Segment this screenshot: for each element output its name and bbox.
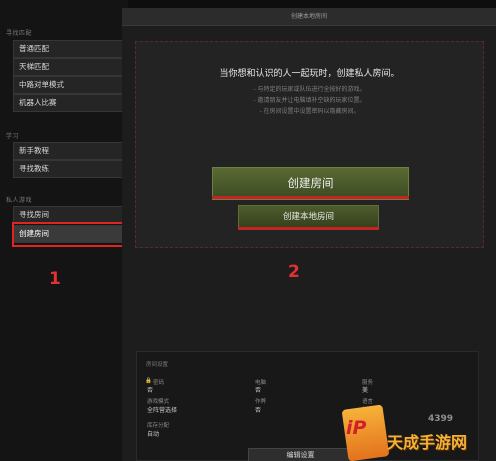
setting-label-cheats: 作弊: [255, 399, 267, 405]
create-local-room-button[interactable]: 创建本地房间: [238, 205, 379, 229]
setting-value-server: 美: [362, 387, 369, 394]
sidebar-item-normal-match[interactable]: 普通匹配: [13, 40, 124, 58]
feature-item: - 邀请朋友并让电脑填补空缺的玩家位置。: [253, 97, 366, 104]
feature-item: - 与特定的玩家或队伍进行全按好的游戏。: [253, 86, 366, 93]
sidebar-item-tutorial[interactable]: 新手教程: [13, 142, 124, 160]
setting-label-password: 密码: [153, 380, 165, 386]
watermark-small-text: 4399: [428, 414, 454, 424]
feature-item: - 在房间设置中设置密码以隐藏房间。: [259, 108, 360, 115]
section-label-matchmaking: 寻找匹配: [6, 30, 33, 37]
annotation-number-1: 1: [49, 269, 61, 289]
sidebar-item-mid-1v1[interactable]: 中路对单模式: [13, 76, 124, 94]
highlight-box: [12, 222, 129, 247]
setting-value-game-mode: 全阵营选择: [147, 407, 178, 414]
watermark-logo: iP: [346, 417, 367, 439]
setting-value-cheats: 否: [255, 407, 262, 414]
sidebar-item-bot-match[interactable]: 机器人比赛: [13, 94, 124, 112]
watermark-text: 天成手游网: [387, 433, 468, 452]
setting-label-game-mode: 游戏模式: [147, 399, 170, 405]
section-label-learn: 学习: [6, 133, 20, 140]
setting-value-inventory: 自动: [147, 431, 160, 438]
panel-title: 创建本地房间: [122, 8, 496, 26]
setting-value-bots: 否: [255, 387, 262, 394]
setting-label-language: 语言: [362, 399, 374, 405]
headline: 当你想和认识的人一起玩时，创建私人房间。: [219, 69, 400, 79]
create-button-underline: [212, 196, 409, 199]
annotation-number-2: 2: [288, 262, 300, 282]
setting-label-inventory: 库存分配: [147, 423, 170, 429]
sidebar-item-find-coach[interactable]: 寻找教练: [13, 160, 124, 178]
section-label-private: 私人游戏: [6, 197, 33, 204]
sidebar-item-ranked-match[interactable]: 天梯匹配: [13, 58, 124, 76]
feature-list: - 与特定的玩家或队伍进行全按好的游戏。 - 邀请朋友并让电脑填补空缺的玩家位置…: [136, 84, 483, 117]
setting-value-password: 否: [147, 387, 154, 394]
edit-settings-button[interactable]: 编辑设置: [248, 448, 353, 461]
lock-icon: 🔒: [145, 378, 152, 384]
local-button-underline: [238, 227, 379, 230]
settings-title: 房间设置: [146, 362, 169, 368]
